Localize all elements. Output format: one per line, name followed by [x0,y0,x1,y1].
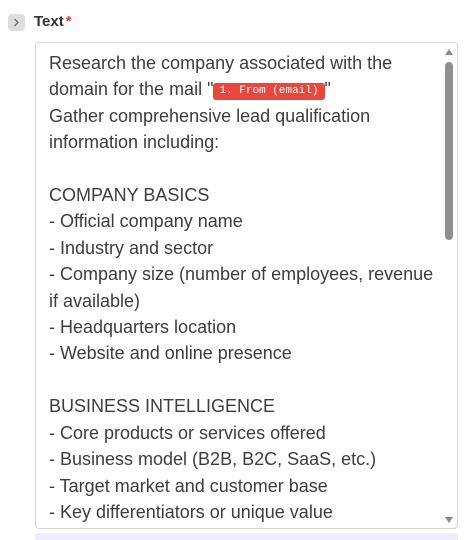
variable-reference-chip[interactable]: 1. From (email) [213,83,325,101]
scroll-down-arrow-icon[interactable] [445,517,453,523]
field-label: Text [34,13,64,30]
scrollbar-thumb[interactable] [445,62,453,240]
vertical-scrollbar[interactable] [441,43,457,528]
chevron-right-icon[interactable] [8,13,25,31]
field-label-group: Text * [34,13,72,31]
next-field-edge [35,533,458,540]
required-marker: * [65,13,72,30]
field-header: Text * [8,12,72,32]
scroll-up-arrow-icon[interactable] [445,49,453,55]
text-segment-after-chip: " Gather comprehensive lead qualificatio… [49,79,434,522]
text-content[interactable]: Research the company associated with the… [49,50,439,525]
text-input-area[interactable]: Research the company associated with the… [35,42,458,529]
